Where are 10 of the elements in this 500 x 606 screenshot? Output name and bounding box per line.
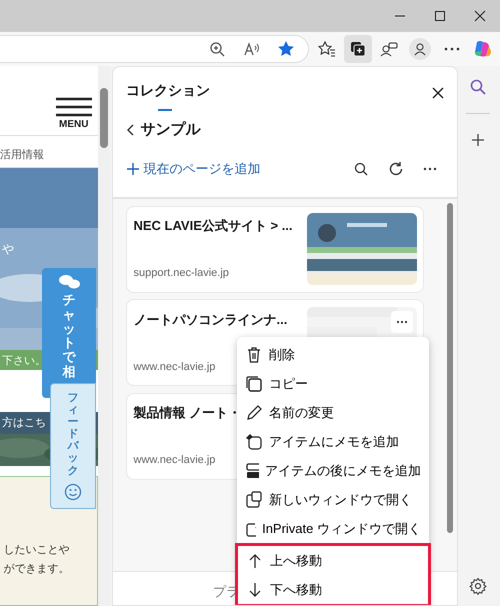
- item-title: ノートパソコンラインナ...: [134, 310, 288, 329]
- collection-name: サンプル: [140, 120, 200, 140]
- hero-text: や: [2, 241, 14, 258]
- item-url: www.nec-lavie.jp: [134, 360, 216, 375]
- item-title: NEC LAVIE公式サイト > ...: [134, 217, 293, 236]
- item-url: support.nec-lavie.jp: [134, 266, 229, 282]
- item-title: 製品情報 ノート・: [134, 404, 242, 422]
- info-text: したいことや: [3, 543, 70, 558]
- info-text: ができます。: [3, 562, 70, 577]
- item-url: www.nec-lavie.jp: [134, 453, 216, 468]
